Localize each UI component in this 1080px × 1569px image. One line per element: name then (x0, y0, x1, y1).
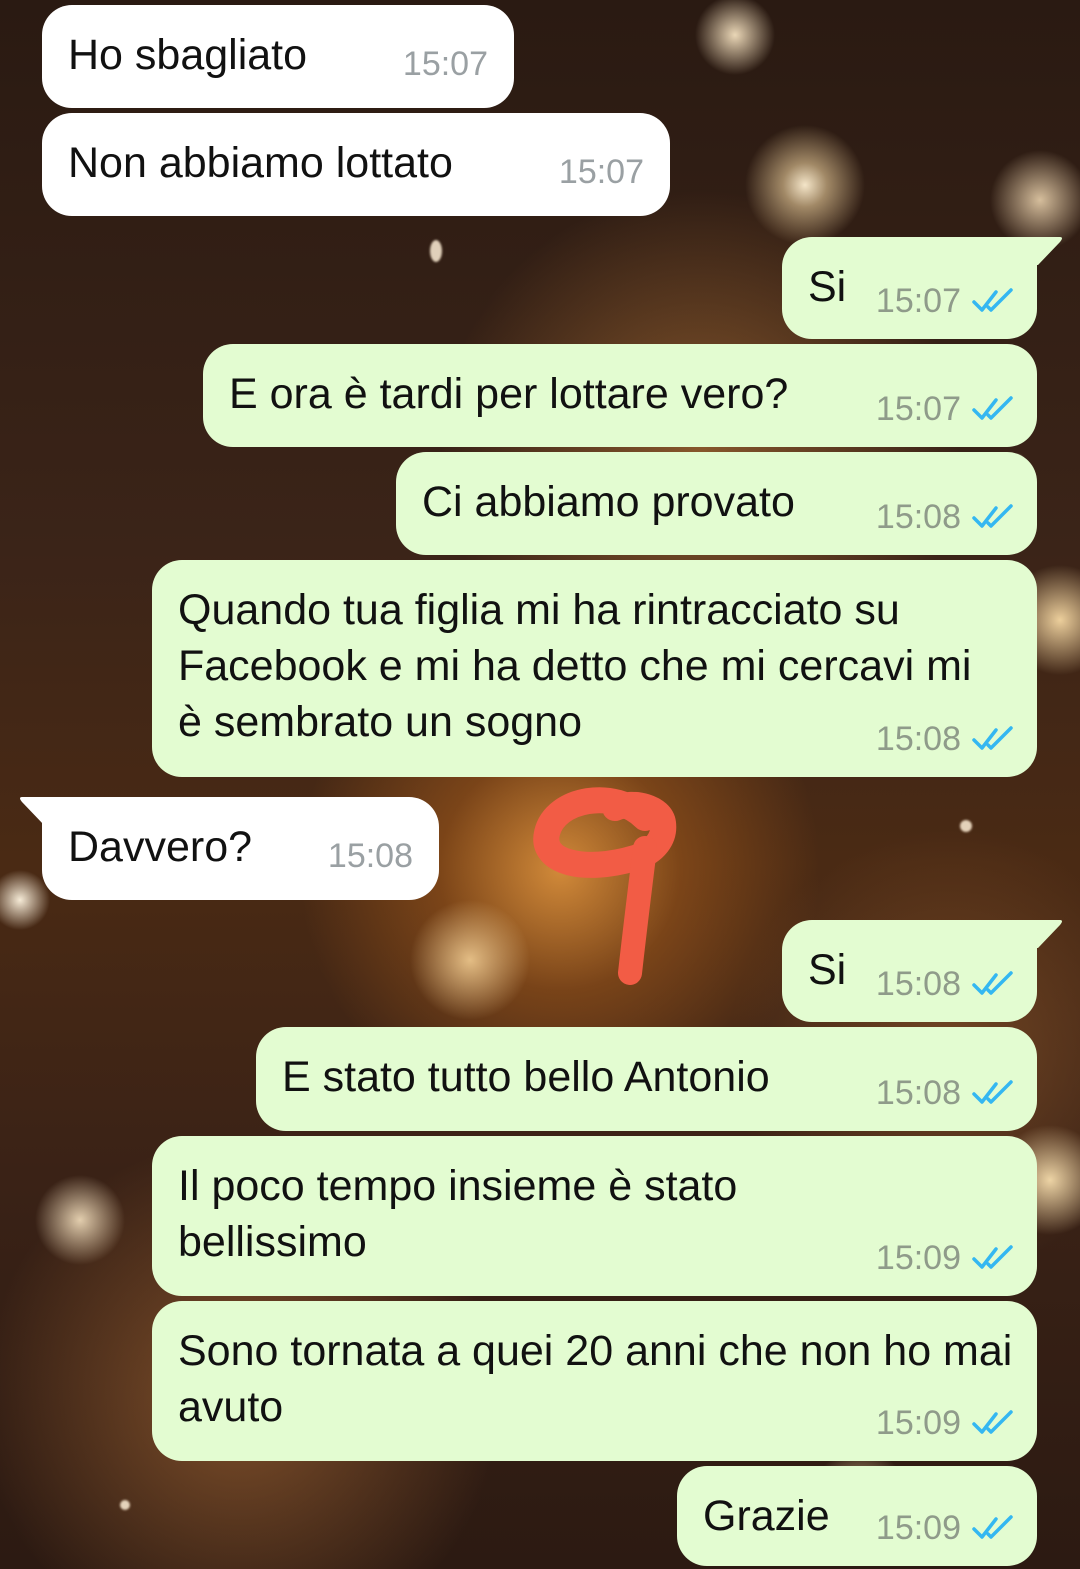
message-time: 15:07 (402, 45, 488, 83)
message-meta: 15:08 (876, 1065, 1015, 1121)
message-time: 15:08 (875, 1074, 961, 1112)
message-meta: 15:07 (559, 144, 644, 200)
message-time: 15:07 (558, 153, 644, 191)
message-time: 15:09 (875, 1404, 961, 1442)
message-meta: 15:08 (876, 711, 1015, 767)
message-time: 15:08 (875, 965, 961, 1003)
message-bubble-outgoing[interactable]: Si 15:08 (782, 920, 1037, 1022)
message-text: Il poco tempo insieme è stato bellissimo (178, 1162, 750, 1266)
double-check-icon (972, 1515, 1013, 1539)
wallpaper-sparkle (120, 1500, 130, 1510)
message-meta: 15:09 (876, 1500, 1015, 1556)
message-bubble-outgoing[interactable]: Sono tornata a quei 20 anni che non ho m… (152, 1301, 1037, 1461)
message-text: Davvero? (68, 823, 253, 871)
wallpaper-sparkle (960, 820, 972, 832)
double-check-icon (972, 1080, 1013, 1104)
hand-drawn-red-mark (533, 787, 677, 985)
message-meta: 15:07 (403, 36, 488, 92)
message-meta: 15:09 (876, 1395, 1015, 1451)
message-bubble-outgoing[interactable]: E stato tutto bello Antonio 15:08 (256, 1027, 1037, 1131)
message-text: Ci abbiamo provato (422, 478, 795, 526)
message-text: Si (808, 263, 847, 311)
message-text: E ora è tardi per lottare vero? (229, 370, 789, 418)
message-bubble-outgoing[interactable]: Ci abbiamo provato 15:08 (396, 452, 1037, 555)
message-text: Grazie (703, 1492, 830, 1540)
double-check-icon (972, 504, 1013, 528)
bubble-tail (1030, 237, 1062, 265)
double-check-icon (972, 1245, 1013, 1269)
double-check-icon (972, 971, 1013, 995)
bubble-tail (1030, 920, 1062, 948)
message-time: 15:09 (875, 1239, 961, 1277)
message-meta: 15:09 (876, 1230, 1015, 1286)
message-bubble-outgoing[interactable]: E ora è tardi per lottare vero? 15:07 (203, 344, 1037, 447)
message-bubble-incoming[interactable]: Davvero? 15:08 (42, 797, 439, 900)
message-time: 15:07 (875, 282, 961, 320)
message-meta: 15:08 (876, 489, 1015, 545)
message-time: 15:07 (875, 390, 961, 428)
message-text: E stato tutto bello Antonio (282, 1053, 770, 1101)
message-time: 15:08 (875, 720, 961, 758)
message-time: 15:09 (875, 1509, 961, 1547)
message-bubble-incoming[interactable]: Non abbiamo lottato 15:07 (42, 113, 670, 216)
message-text: Quando tua figlia mi ha rintracciato su … (178, 586, 984, 746)
message-time: 15:08 (327, 837, 413, 875)
double-check-icon (972, 288, 1013, 312)
double-check-icon (972, 396, 1013, 420)
message-time: 15:08 (875, 498, 961, 536)
message-bubble-outgoing[interactable]: Quando tua figlia mi ha rintracciato su … (152, 560, 1037, 777)
message-text: Non abbiamo lottato (68, 139, 453, 187)
message-text: Si (808, 946, 847, 994)
bubble-tail (20, 797, 52, 825)
double-check-icon (972, 726, 1013, 750)
message-bubble-incoming[interactable]: Ho sbagliato 15:07 (42, 5, 514, 108)
wallpaper-sparkle (430, 240, 442, 262)
message-meta: 15:07 (876, 273, 1015, 329)
message-meta: 15:07 (876, 381, 1015, 437)
message-bubble-outgoing[interactable]: Il poco tempo insieme è stato bellissimo… (152, 1136, 1037, 1296)
message-meta: 15:08 (328, 828, 413, 884)
double-check-icon (972, 1410, 1013, 1434)
message-meta: 15:08 (876, 956, 1015, 1012)
message-bubble-outgoing[interactable]: Grazie 15:09 (677, 1466, 1037, 1566)
message-text: Ho sbagliato (68, 31, 308, 79)
message-bubble-outgoing[interactable]: Si 15:07 (782, 237, 1037, 339)
